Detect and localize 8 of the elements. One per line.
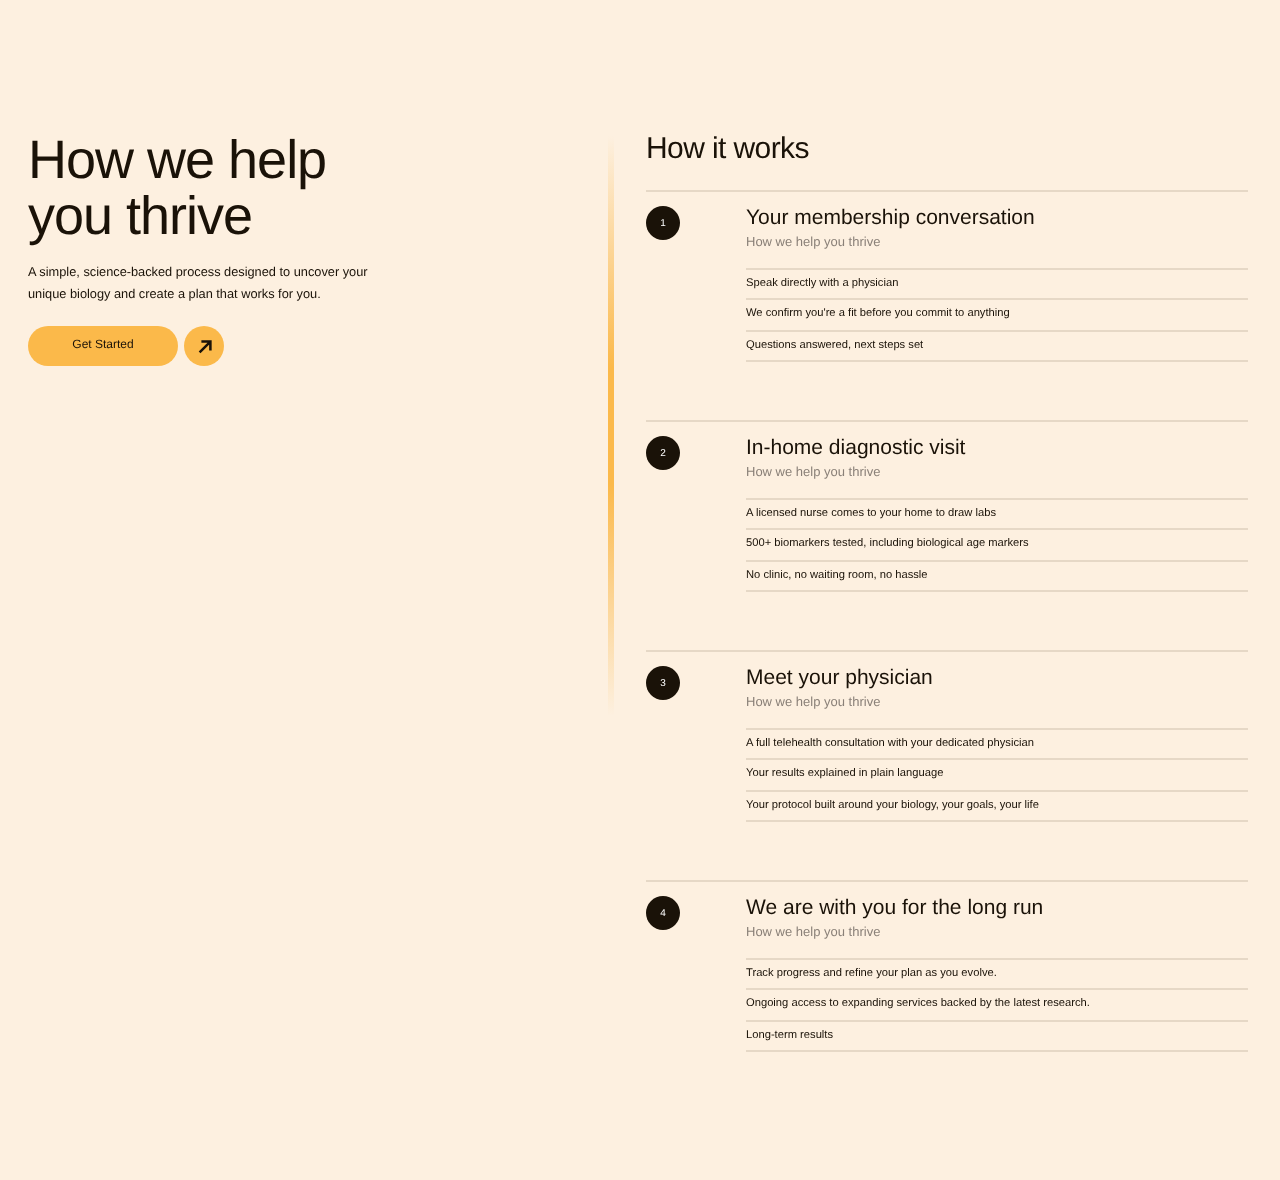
section-title: How it works	[646, 132, 811, 166]
step-title: Meet your physician	[746, 666, 935, 690]
arrow-button[interactable]	[184, 326, 224, 366]
step-title: In-home diagnostic visit	[746, 436, 968, 460]
step-title: Your membership conversation	[746, 206, 1037, 230]
step-title: We are with you for the long run	[746, 896, 1046, 920]
hero-title: How we help you thrive	[28, 132, 329, 244]
arrow-icon	[195, 337, 213, 355]
